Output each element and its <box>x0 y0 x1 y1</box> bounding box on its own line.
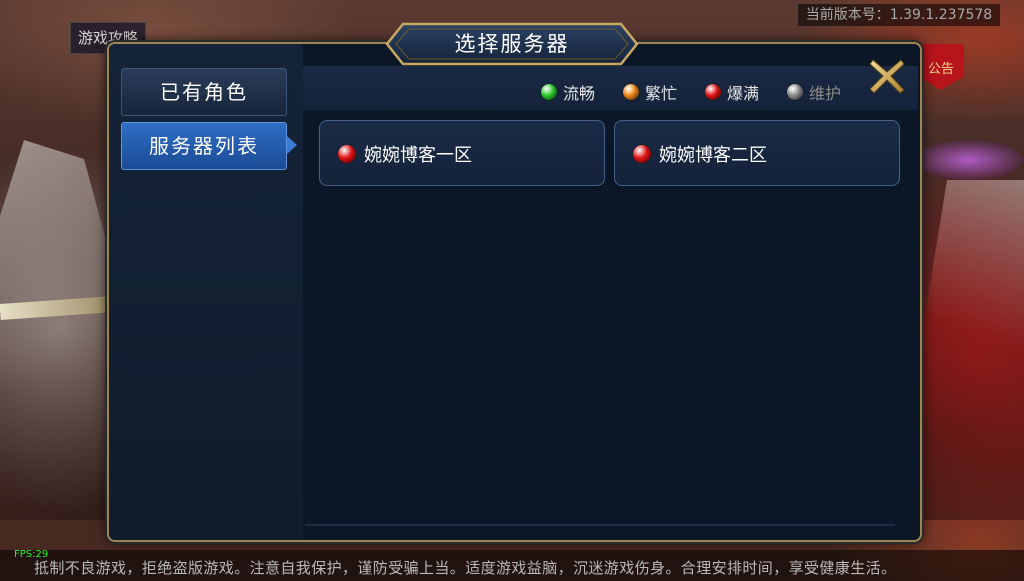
version-label: 当前版本号：1.39.1.237578 <box>798 4 1000 26</box>
status-dot-icon <box>633 145 651 163</box>
active-tab-arrow-icon <box>287 136 297 154</box>
status-dot-icon <box>787 84 803 100</box>
notice-label: 公告 <box>927 62 954 77</box>
legend-busy: 繁忙 <box>623 80 677 104</box>
server-select-dialog: 已有角色 服务器列表 流畅 繁忙 爆满 维护 婉婉博客一区 婉婉博客二区 <box>107 42 922 542</box>
dialog-title: 选择服务器 <box>454 32 570 56</box>
divider <box>305 524 895 526</box>
status-dot-icon <box>338 145 356 163</box>
server-item[interactable]: 婉婉博客一区 <box>319 120 605 186</box>
fps-counter: FPS:29 <box>14 549 49 560</box>
background-character-left <box>0 140 120 520</box>
legend-smooth: 流畅 <box>541 80 595 104</box>
server-name: 婉婉博客二区 <box>659 145 767 166</box>
tab-server-list[interactable]: 服务器列表 <box>121 122 287 170</box>
server-name: 婉婉博客一区 <box>364 145 472 166</box>
background-character-right <box>914 180 1024 520</box>
notice-button[interactable]: 公告 <box>918 44 964 90</box>
legend-maintenance: 维护 <box>787 80 841 104</box>
status-dot-icon <box>541 84 557 100</box>
background-effect <box>914 140 1024 180</box>
legend-label: 维护 <box>809 84 842 103</box>
status-dot-icon <box>705 84 721 100</box>
server-item[interactable]: 婉婉博客二区 <box>614 120 900 186</box>
dialog-sidebar: 已有角色 服务器列表 <box>109 44 303 540</box>
legend-label: 爆满 <box>727 84 760 103</box>
status-dot-icon <box>623 84 639 100</box>
legend-full: 爆满 <box>705 80 759 104</box>
legend-label: 繁忙 <box>645 84 678 103</box>
close-icon[interactable] <box>867 56 907 96</box>
legend-label: 流畅 <box>563 84 596 103</box>
tab-existing-roles[interactable]: 已有角色 <box>121 68 287 116</box>
health-notice: 抵制不良游戏，拒绝盗版游戏。注意自我保护，谨防受骗上当。适度游戏益脑，沉迷游戏伤… <box>34 559 897 577</box>
